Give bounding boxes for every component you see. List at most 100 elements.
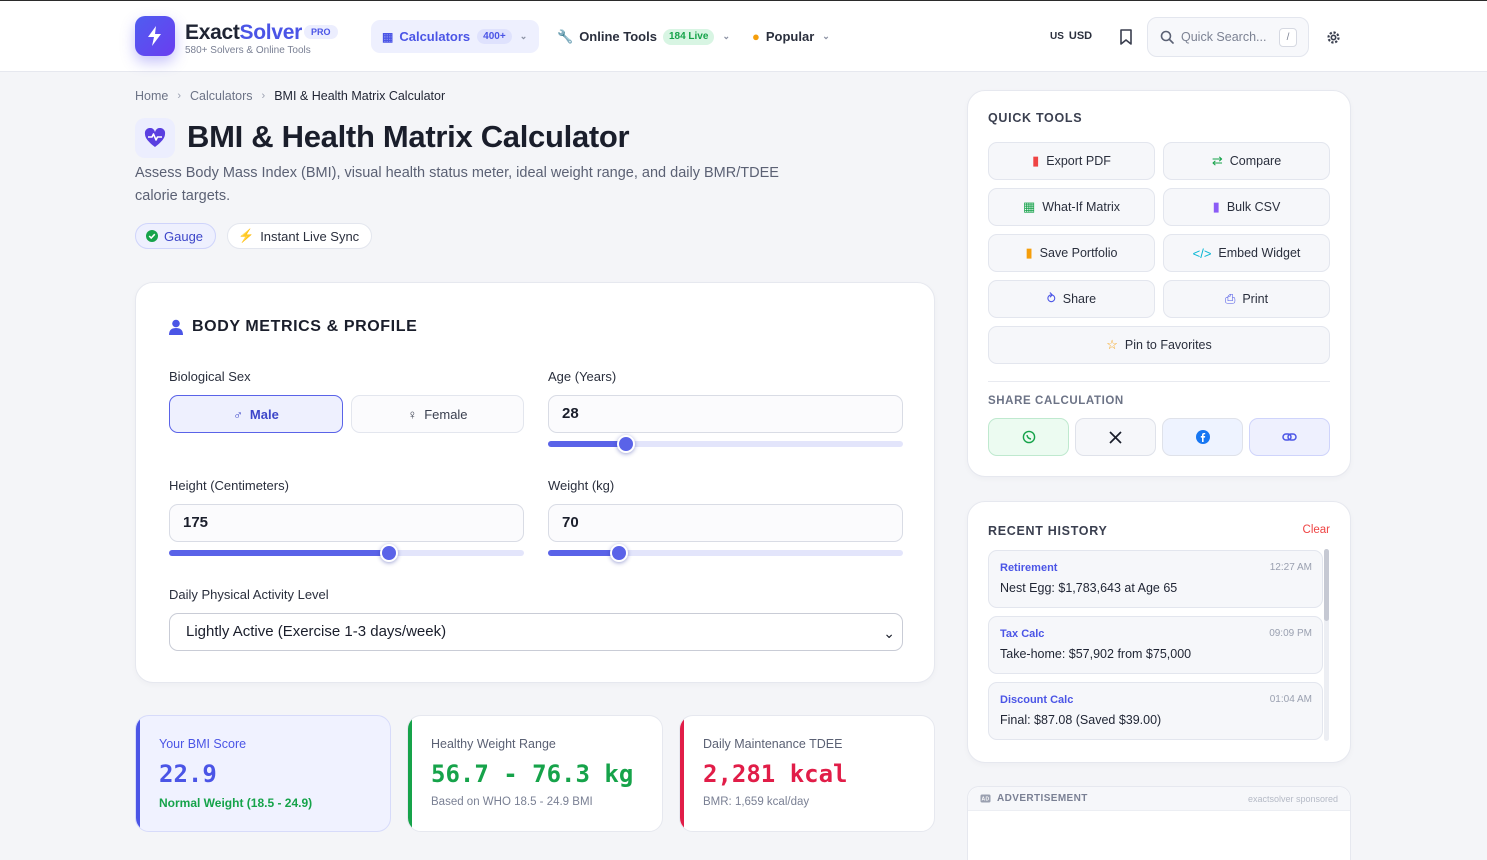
live-sync-badge: ⚡ Instant Live Sync (227, 223, 373, 249)
history-item[interactable]: Tax Calc 09:09 PM Take-home: $57,902 fro… (988, 616, 1323, 674)
live-count-badge: 184 Live (662, 28, 715, 45)
history-item[interactable]: Retirement 12:27 AM Nest Egg: $1,783,643… (988, 550, 1323, 608)
export-pdf-button[interactable]: ▮ Export PDF (988, 142, 1155, 180)
tdee-card: Daily Maintenance TDEE 2,281 kcal BMR: 1… (679, 715, 935, 832)
weight-slider[interactable] (548, 544, 903, 562)
bolt-icon: ⚡ (238, 228, 255, 243)
bookmark-icon: ▮ (1025, 245, 1033, 260)
quick-tools-card: QUICK TOOLS ▮ Export PDF ⇄ Compare ▦ What-I… (967, 90, 1351, 477)
history-scrollbar[interactable] (1324, 549, 1329, 741)
link-icon (1282, 433, 1297, 441)
history-item[interactable]: Discount Calc 01:04 AM Final: $87.08 (Sa… (988, 682, 1323, 740)
height-label: Height (Centimeters) (169, 478, 289, 493)
nav-popular[interactable]: ● Popular ⌄ (752, 20, 830, 53)
breadcrumb-home[interactable]: Home (135, 89, 168, 103)
accent-bar (136, 716, 140, 831)
chevron-down-icon: ⌄ (822, 31, 830, 41)
print-button[interactable]: ⎙ Print (1163, 280, 1330, 318)
sex-female-button[interactable]: ♀ Female (351, 395, 524, 433)
gear-icon[interactable] (1325, 29, 1342, 46)
quick-tools-title: QUICK TOOLS (988, 111, 1083, 125)
age-slider[interactable] (548, 435, 903, 453)
age-input[interactable]: 28 (548, 395, 903, 433)
tdee-label: Daily Maintenance TDEE (703, 737, 843, 751)
tagline: 580+ Solvers & Online Tools (185, 45, 311, 56)
slider-handle[interactable] (610, 544, 628, 562)
share-button[interactable]: ⥁ Share (988, 280, 1155, 318)
bmr-note: BMR: 1,659 kcal/day (703, 796, 810, 808)
calculators-count-badge: 400+ (477, 29, 512, 44)
star-icon: ☆ (1106, 337, 1118, 352)
healthy-weight-card: Healthy Weight Range 56.7 - 76.3 kg Base… (407, 715, 663, 832)
share-facebook-button[interactable] (1162, 418, 1243, 456)
divider (988, 381, 1330, 382)
clear-history-button[interactable]: Clear (1303, 524, 1330, 536)
pro-badge: PRO (304, 25, 338, 39)
bmi-category: Normal Weight (18.5 - 24.9) (159, 796, 313, 810)
user-icon (169, 319, 183, 335)
svg-text:AD: AD (981, 797, 989, 803)
slider-fill (548, 441, 626, 447)
chevron-down-icon: ⌄ (519, 31, 528, 41)
share-title: SHARE CALCULATION (988, 395, 1124, 407)
recent-history-card: RECENT HISTORY Clear Retirement 12:27 AM… (967, 501, 1351, 763)
top-header: ExactSolver PRO 580+ Solvers & Online To… (0, 0, 1487, 72)
embed-widget-button[interactable]: </> Embed Widget (1163, 234, 1330, 272)
breadcrumb: Home › Calculators › BMI & Health Matrix… (135, 89, 445, 103)
weight-input[interactable]: 70 (548, 504, 903, 542)
whatsapp-icon (1022, 430, 1035, 444)
pdf-icon: ▮ (1032, 153, 1040, 168)
slider-handle[interactable] (617, 435, 635, 453)
quick-search-input[interactable]: Quick Search... / (1147, 17, 1309, 57)
code-icon: </> (1192, 245, 1212, 261)
bulk-csv-button[interactable]: ▮ Bulk CSV (1163, 188, 1330, 226)
calculator-icon: ▦ (382, 29, 394, 44)
slider-handle[interactable] (380, 544, 398, 562)
check-circle-icon (146, 230, 158, 242)
accent-bar (680, 716, 684, 831)
share-whatsapp-button[interactable] (988, 418, 1069, 456)
compare-button[interactable]: ⇄ Compare (1163, 142, 1330, 180)
page-title: BMI & Health Matrix Calculator (187, 119, 630, 154)
x-icon (1109, 430, 1122, 444)
search-shortcut-key: / (1279, 28, 1297, 47)
nav-online-tools[interactable]: 🔧 Online Tools 184 Live ⌄ (557, 20, 730, 53)
activity-select[interactable]: Lightly Active (Exercise 1-3 days/week) … (169, 613, 903, 651)
search-icon (1160, 30, 1174, 44)
print-icon: ⎙ (1224, 291, 1236, 306)
scrollbar-thumb[interactable] (1324, 549, 1329, 621)
gauge-badge: Gauge (135, 223, 217, 249)
facebook-icon (1195, 430, 1210, 444)
save-portfolio-button[interactable]: ▮ Save Portfolio (988, 234, 1155, 272)
csv-icon: ▮ (1212, 199, 1220, 214)
share-icon: ⥁ (1046, 291, 1056, 306)
what-if-matrix-button[interactable]: ▦ What-If Matrix (988, 188, 1155, 226)
section-title: BODY METRICS & PROFILE (169, 318, 417, 336)
heart-pulse-icon (135, 118, 175, 158)
height-slider[interactable] (169, 544, 524, 562)
share-x-button[interactable] (1075, 418, 1156, 456)
advertisement-box: AD ADVERTISEMENT exactsolver sponsored (967, 786, 1351, 860)
chevron-down-icon: ⌄ (722, 31, 730, 41)
healthy-weight-label: Healthy Weight Range (431, 737, 556, 751)
chevron-right-icon: › (177, 90, 182, 102)
bmi-value: 22.9 (159, 760, 217, 788)
compare-icon: ⇄ (1211, 153, 1223, 168)
chevron-down-icon: ⌄ (883, 625, 895, 641)
bookmark-icon[interactable] (1119, 29, 1133, 45)
height-input[interactable]: 175 (169, 504, 524, 542)
nav-calculators[interactable]: ▦ Calculators 400+ ⌄ (371, 20, 539, 53)
weight-label: Weight (kg) (548, 478, 615, 493)
history-title: RECENT HISTORY (988, 524, 1108, 538)
copy-link-button[interactable] (1249, 418, 1330, 456)
chevron-right-icon: › (261, 90, 266, 102)
currency-selector[interactable]: US USD (1050, 30, 1092, 42)
breadcrumb-calculators[interactable]: Calculators (190, 89, 253, 103)
pin-favorites-button[interactable]: ☆ Pin to Favorites (988, 326, 1330, 364)
fire-icon: ● (752, 29, 760, 44)
sex-male-button[interactable]: ♂ Male (169, 395, 343, 433)
body-metrics-card: BODY METRICS & PROFILE Biological Sex ♂ M… (135, 282, 935, 683)
brand-name[interactable]: ExactSolver (185, 21, 302, 45)
ad-icon: AD (980, 794, 991, 803)
logo[interactable] (135, 16, 175, 56)
